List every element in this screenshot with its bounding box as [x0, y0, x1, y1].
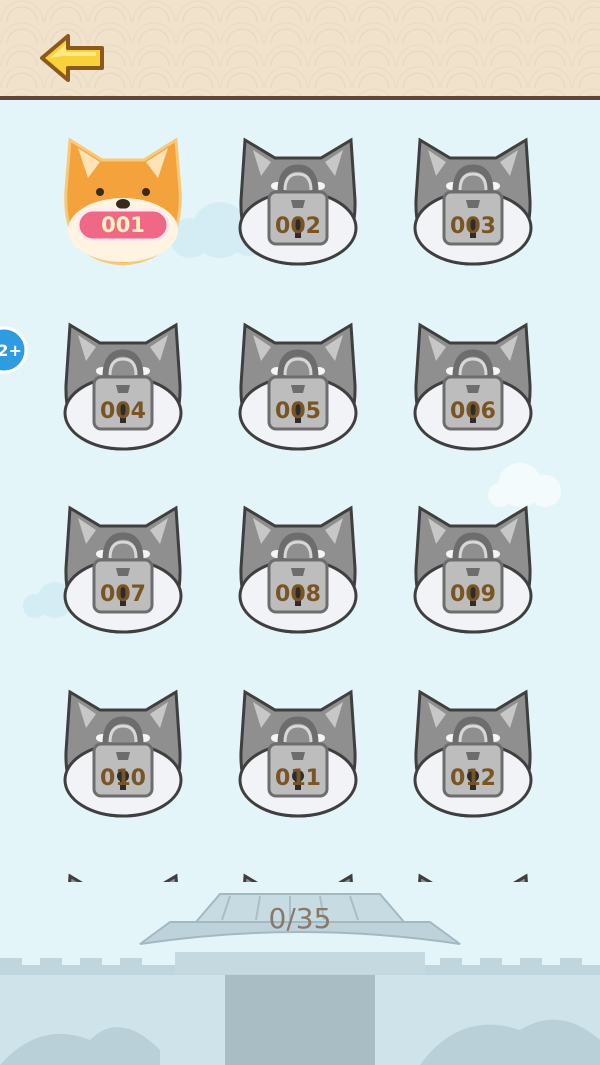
level-2-button[interactable]: 002 — [233, 130, 363, 270]
locked-dog-icon — [63, 322, 183, 451]
level-4-button[interactable]: 004 — [58, 315, 188, 455]
locked-dog-icon — [63, 505, 183, 634]
level-grid: 001 002 003 004 005 006 007 008 009 010 … — [0, 110, 600, 882]
locked-dog-icon — [238, 137, 358, 266]
locked-dog-icon — [238, 322, 358, 451]
arrow-left-icon — [40, 34, 104, 82]
locked-dog-icon — [413, 689, 533, 818]
top-bar — [0, 0, 600, 100]
level-number: 007 — [100, 582, 146, 607]
level-number: 002 — [275, 214, 321, 239]
back-button[interactable] — [38, 32, 108, 84]
level-number: 012 — [450, 766, 496, 791]
level-1-button[interactable]: 001 — [58, 130, 188, 270]
level-number: 009 — [450, 582, 496, 607]
level-7-button[interactable]: 007 — [58, 498, 188, 638]
locked-dog-icon — [413, 322, 533, 451]
level-number: 004 — [100, 399, 146, 424]
locked-dog-icon — [238, 505, 358, 634]
shiba-dog-icon — [64, 137, 182, 266]
level-11-button[interactable]: 011 — [233, 682, 363, 822]
progress-counter: 0/35 — [268, 902, 332, 935]
locked-dog-icon — [413, 137, 533, 266]
level-3-button[interactable]: 003 — [408, 130, 538, 270]
level-number: 010 — [100, 766, 146, 791]
level-number: 003 — [450, 214, 496, 239]
level-8-button[interactable]: 008 — [233, 498, 363, 638]
level-9-button[interactable]: 009 — [408, 498, 538, 638]
locked-dog-icon — [413, 505, 533, 634]
level-number: 008 — [275, 582, 321, 607]
level-number: 001 — [101, 213, 145, 237]
level-number: 005 — [275, 399, 321, 424]
locked-dog-icon — [238, 689, 358, 818]
level-5-button[interactable]: 005 — [233, 315, 363, 455]
level-12-button[interactable]: 012 — [408, 682, 538, 822]
level-6-button[interactable]: 006 — [408, 315, 538, 455]
level-number: 011 — [275, 766, 321, 791]
level-number: 006 — [450, 399, 496, 424]
level-10-button[interactable]: 010 — [58, 682, 188, 822]
locked-dog-icon — [63, 689, 183, 818]
